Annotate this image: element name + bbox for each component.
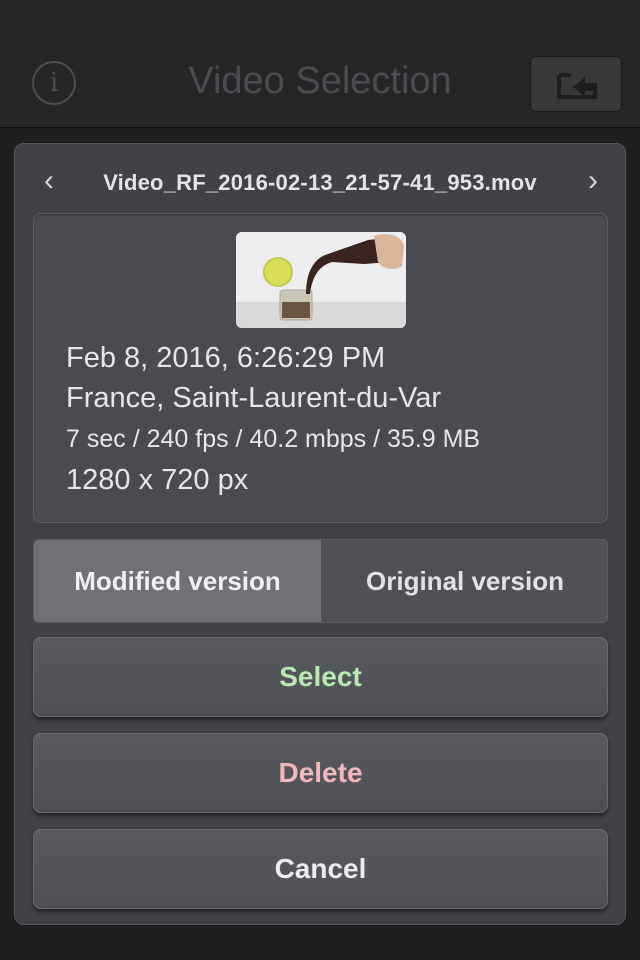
video-date: Feb 8, 2016, 6:26:29 PM [66,342,386,374]
modified-version-segment[interactable]: Modified version [34,540,321,622]
video-resolution: 1280 x 720 px [66,464,249,496]
video-detail-panel: ‹ Video_RF_2016-02-13_21-57-41_953.mov ›… [14,143,626,925]
next-video-chevron-icon[interactable]: › [579,164,607,198]
video-stats: 7 sec / 240 fps / 40.2 mbps / 35.9 MB [66,425,481,453]
video-location: France, Saint-Laurent-du-Var [66,382,442,414]
delete-button[interactable]: Delete [33,733,608,813]
export-tray-icon [557,73,597,99]
video-thumbnail[interactable] [236,232,406,328]
version-segmented-control: Modified version Original version [33,539,608,623]
navigation-bar: i Video Selection [0,0,640,128]
video-info-card: Feb 8, 2016, 6:26:29 PM France, Saint-La… [33,213,608,523]
original-version-segment[interactable]: Original version [321,540,607,622]
export-button[interactable] [530,56,622,112]
video-filename: Video_RF_2016-02-13_21-57-41_953.mov [103,170,537,195]
cancel-button[interactable]: Cancel [33,829,608,909]
select-button[interactable]: Select [33,637,608,717]
